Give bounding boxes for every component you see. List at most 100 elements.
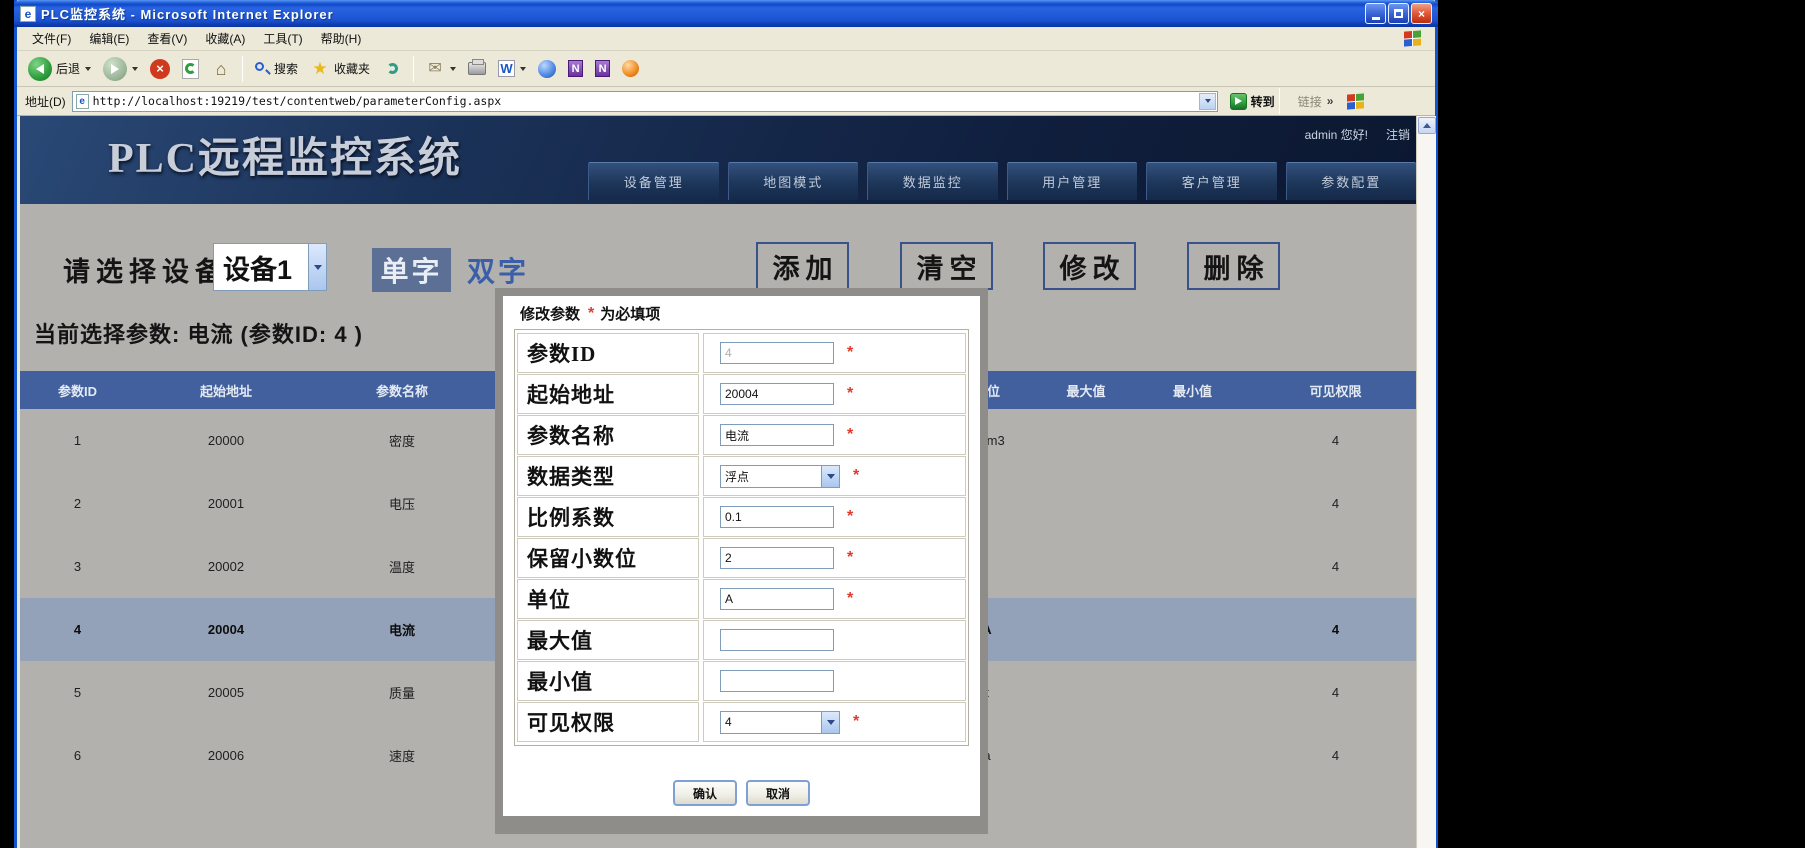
scroll-up-button[interactable] [1418,117,1436,134]
chevron-down-icon[interactable] [308,244,326,290]
close-button[interactable]: × [1411,3,1432,24]
tab-double-word[interactable]: 双字 [460,248,536,292]
menu-item-help[interactable]: 帮助(H) [312,27,371,50]
modify-button[interactable]: 修改 [1043,242,1136,290]
search-button[interactable]: 搜索 [249,54,303,84]
max-value-field[interactable] [720,629,834,651]
scale-factor-field[interactable] [720,506,834,528]
menu-item-view[interactable]: 查看(V) [138,27,196,50]
scale-factor-label: 比例系数 [517,497,699,537]
column-header-visibility: 可见权限 [1255,381,1416,400]
edit-word-icon: W [498,60,515,77]
confirm-button[interactable]: 确认 [673,780,737,806]
address-url[interactable]: http://localhost:19219/test/contentweb/p… [93,94,1199,108]
nav-tab-client-management[interactable]: 客户管理 [1146,162,1277,200]
add-button[interactable]: 添加 [756,242,849,290]
chevron-down-icon[interactable] [821,466,839,487]
edit-button[interactable]: W [493,54,531,84]
cell-start-address: 20004 [135,622,317,637]
discuss-globe-icon [538,60,556,78]
go-label: 转到 [1251,93,1275,110]
go-button[interactable]: 转到 [1230,93,1275,110]
data-type-select[interactable]: 浮点 [720,465,840,488]
cell-param-id: 3 [20,559,135,574]
unit-field[interactable] [720,588,834,610]
required-marker: * [847,509,853,525]
mail-dropdown-icon[interactable] [450,67,456,71]
device-select-label: 请选择设备 [63,250,228,289]
cell-param-name: 电流 [317,620,487,639]
links-bar[interactable]: 链接 » [1298,93,1334,110]
media-button[interactable] [617,54,644,84]
menu-item-tools[interactable]: 工具(T) [254,27,311,50]
clear-button[interactable]: 清空 [900,242,993,290]
device-select[interactable]: 设备1 [213,243,327,291]
discuss-button[interactable] [533,54,561,84]
messenger-button-2[interactable]: N [590,54,615,84]
logout-link[interactable]: 注销 [1386,126,1410,143]
data-type-value: 浮点 [721,466,821,487]
menu-item-file[interactable]: 文件(F) [23,27,80,50]
history-button[interactable] [377,54,407,84]
min-value-field[interactable] [720,670,834,692]
required-marker: * [847,386,853,402]
start-address-field[interactable] [720,383,834,405]
decimal-places-field[interactable] [720,547,834,569]
nav-tab-map-mode[interactable]: 地图模式 [728,162,859,200]
cell-param-name: 质量 [317,683,487,702]
refresh-icon [182,59,199,79]
site-title: PLC远程监控系统 [108,124,462,185]
decimal-places-label: 保留小数位 [517,538,699,578]
column-header-min-value: 最小值 [1130,381,1255,400]
minimize-button[interactable] [1365,3,1386,24]
address-dropdown-button[interactable] [1199,93,1216,110]
menu-item-edit[interactable]: 编辑(E) [80,27,138,50]
param-id-field[interactable] [720,342,834,364]
print-button[interactable] [463,54,491,84]
forward-dropdown-icon[interactable] [132,67,138,71]
menu-item-favorites[interactable]: 收藏(A) [196,27,254,50]
back-label: 后退 [56,60,80,77]
param-name-label: 参数名称 [517,415,699,455]
maximize-button[interactable] [1388,3,1409,24]
messenger-button[interactable]: N [563,54,588,84]
param-name-field[interactable] [720,424,834,446]
cell-visibility: 4 [1255,433,1416,448]
browser-window: e PLC监控系统 - Microsoft Internet Explorer … [14,0,1438,848]
cancel-button[interactable]: 取消 [746,780,810,806]
visibility-select[interactable]: 4 [720,711,840,734]
nav-tab-device-management[interactable]: 设备管理 [588,162,719,200]
address-label: 地址(D) [25,93,66,110]
cell-start-address: 20000 [135,433,317,448]
chevron-down-icon[interactable] [821,712,839,733]
title-bar[interactable]: e PLC监控系统 - Microsoft Internet Explorer … [14,0,1438,27]
search-icon [254,61,270,77]
address-field[interactable]: e http://localhost:19219/test/contentweb… [72,91,1218,112]
delete-button[interactable]: 删除 [1187,242,1280,290]
links-label: 链接 [1298,93,1322,110]
required-marker: * [847,427,853,443]
home-button[interactable]: ⌂ [206,54,236,84]
mail-button[interactable]: ✉ [420,54,461,84]
cell-param-id: 2 [20,496,135,511]
nav-tab-parameter-config[interactable]: 参数配置 [1286,162,1417,200]
refresh-button[interactable] [177,54,204,84]
page-scrollbar[interactable] [1416,116,1436,848]
required-marker: * [847,345,853,361]
forward-button[interactable] [98,54,143,84]
tab-single-word[interactable]: 单字 [372,248,451,292]
address-bar: 地址(D) e http://localhost:19219/test/cont… [17,87,1435,116]
nav-tab-user-management[interactable]: 用户管理 [1007,162,1138,200]
stop-icon: × [150,59,170,79]
back-button[interactable]: 后退 [23,54,96,84]
media-ball-icon [622,60,639,77]
nav-tab-data-monitor[interactable]: 数据监控 [867,162,998,200]
edit-dropdown-icon[interactable] [520,67,526,71]
column-header-param-id: 参数ID [20,381,135,400]
stop-button[interactable]: × [145,54,175,84]
favorites-button[interactable]: ★ 收藏夹 [305,54,375,84]
required-marker: * [847,550,853,566]
favorites-label: 收藏夹 [334,60,370,77]
back-dropdown-icon[interactable] [85,67,91,71]
links-overflow-chevron[interactable]: » [1327,94,1334,108]
